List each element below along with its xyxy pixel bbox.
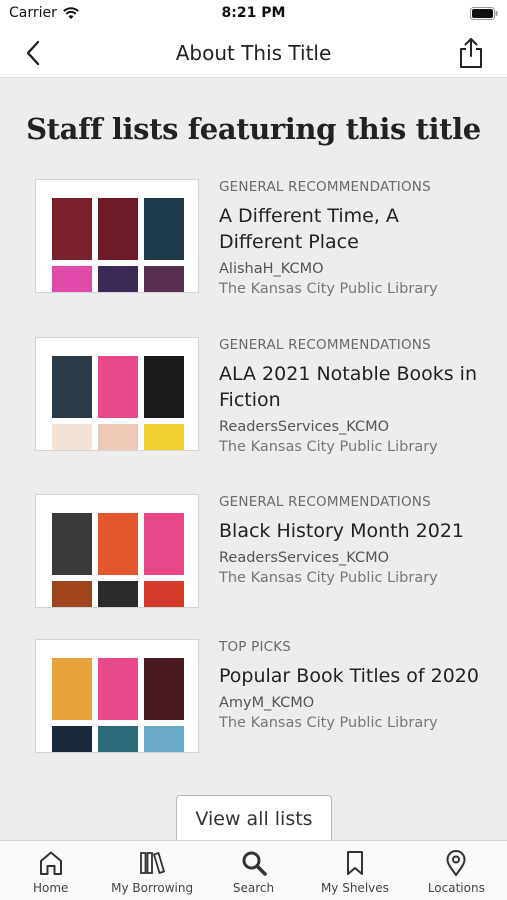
- list-category: GENERAL RECOMMENDATIONS: [219, 337, 431, 353]
- list-title[interactable]: ALA 2021 Notable Books in Fiction: [219, 361, 483, 413]
- tab-label: My Shelves: [320, 881, 389, 895]
- status-time: 8:21 PM: [221, 5, 286, 21]
- list-thumbnail: [35, 639, 199, 753]
- list-category: GENERAL RECOMMENDATIONS: [219, 179, 431, 195]
- book-cover: [52, 266, 92, 292]
- book-cover: [52, 726, 92, 752]
- book-cover: [98, 266, 138, 292]
- list-owner: AlishaH_KCMO: [219, 261, 324, 277]
- list-library: The Kansas City Public Library: [219, 281, 438, 297]
- list-category: GENERAL RECOMMENDATIONS: [219, 494, 431, 510]
- share-icon[interactable]: [457, 37, 485, 69]
- list-title[interactable]: A Different Time, A Different Place: [219, 203, 483, 255]
- tab-label: My Borrowing: [111, 881, 194, 895]
- list-title[interactable]: Black History Month 2021: [219, 518, 483, 544]
- book-cover: [52, 356, 92, 418]
- search-icon: [242, 851, 267, 876]
- book-cover: [144, 513, 184, 575]
- status-bar: Carrier 8:21 PM: [0, 0, 507, 28]
- book-cover: [98, 581, 138, 607]
- navigation-bar: About This Title: [0, 28, 507, 78]
- list-thumbnail: [35, 337, 199, 451]
- tab-my-borrowing[interactable]: My Borrowing: [101, 841, 202, 900]
- book-cover: [144, 658, 184, 720]
- list-thumbnail: [35, 179, 199, 293]
- tab-search[interactable]: Search: [203, 841, 304, 900]
- view-all-lists-button[interactable]: View all lists: [176, 795, 332, 840]
- book-cover: [144, 424, 184, 450]
- list-thumbnail: [35, 494, 199, 608]
- tab-label: Locations: [427, 881, 485, 895]
- section-title: Staff lists featuring this title: [26, 112, 481, 146]
- list-category: TOP PICKS: [219, 639, 292, 655]
- list-library: The Kansas City Public Library: [219, 715, 438, 731]
- page-title: About This Title: [175, 41, 332, 65]
- list-owner: ReadersServices_KCMO: [219, 419, 390, 435]
- list-owner: AmyM_KCMO: [219, 695, 315, 711]
- book-cover: [98, 198, 138, 260]
- book-cover: [144, 726, 184, 752]
- books-icon: [140, 852, 166, 874]
- book-cover: [52, 424, 92, 450]
- book-cover: [98, 726, 138, 752]
- book-cover: [144, 198, 184, 260]
- book-cover: [98, 424, 138, 450]
- content-area: Staff lists featuring this title GENERAL…: [0, 79, 507, 840]
- tab-my-shelves[interactable]: My Shelves: [304, 841, 405, 900]
- bookmark-icon: [346, 851, 363, 875]
- book-cover: [144, 356, 184, 418]
- home-icon: [39, 851, 62, 875]
- list-title[interactable]: Popular Book Titles of 2020: [219, 663, 483, 689]
- location-pin-icon: [446, 850, 466, 876]
- book-cover: [52, 513, 92, 575]
- tab-locations[interactable]: Locations: [406, 841, 507, 900]
- tab-label: Home: [32, 881, 69, 895]
- book-cover: [98, 513, 138, 575]
- battery-icon: [470, 7, 498, 20]
- list-owner: ReadersServices_KCMO: [219, 550, 390, 566]
- book-cover: [52, 581, 92, 607]
- tab-home[interactable]: Home: [0, 841, 101, 900]
- book-cover: [98, 658, 138, 720]
- book-cover: [144, 581, 184, 607]
- tab-label: Search: [232, 881, 275, 895]
- tab-bar: Home My Borrowing Search My Shelves Loca…: [0, 840, 507, 900]
- book-cover: [144, 266, 184, 292]
- list-library: The Kansas City Public Library: [219, 439, 438, 455]
- book-cover: [52, 658, 92, 720]
- book-cover: [98, 356, 138, 418]
- list-library: The Kansas City Public Library: [219, 570, 438, 586]
- book-cover: [52, 198, 92, 260]
